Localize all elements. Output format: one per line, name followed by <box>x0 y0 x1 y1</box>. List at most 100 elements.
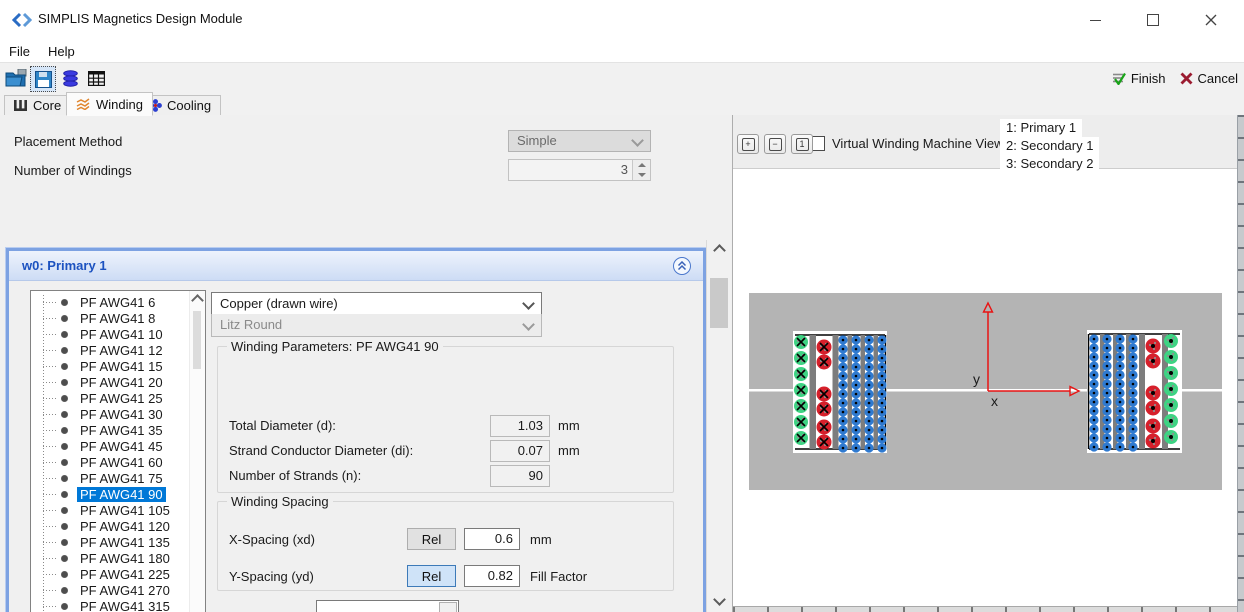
collapse-icon <box>677 261 687 271</box>
zoom-out-button[interactable]: − <box>764 134 786 154</box>
wire-list-scrollbar[interactable] <box>189 291 205 612</box>
wire-list-item[interactable]: PF AWG41 20 <box>31 374 190 390</box>
scroll-up-icon <box>713 244 726 257</box>
wire-list-item[interactable]: PF AWG41 180 <box>31 550 190 566</box>
tree-node-bullet <box>61 539 68 546</box>
rel-toggle-button[interactable]: Rel <box>407 528 456 550</box>
zoom-in-button[interactable]: + <box>737 134 759 154</box>
wire-list-item-label: PF AWG41 315 <box>77 599 173 612</box>
wire-list-item[interactable]: PF AWG41 30 <box>31 406 190 422</box>
tree-connector <box>43 446 57 447</box>
wire-list-item[interactable]: PF AWG41 105 <box>31 502 190 518</box>
tree-node-bullet <box>61 379 68 386</box>
scrollbar-down-button[interactable] <box>707 592 731 610</box>
wire-list-item[interactable]: PF AWG41 120 <box>31 518 190 534</box>
close-icon <box>1205 14 1217 26</box>
rel-toggle-button[interactable]: Rel <box>407 565 456 587</box>
cancel-button[interactable]: Cancel <box>1180 71 1238 86</box>
scroll-up-icon <box>191 294 204 307</box>
wire-list-item[interactable]: PF AWG41 25 <box>31 390 190 406</box>
tree-connector <box>43 558 57 559</box>
wire-list-item[interactable]: PF AWG41 6 <box>31 294 190 310</box>
tab-core[interactable]: Core <box>4 95 71 116</box>
zoom-actual-icon: 1 <box>796 138 809 151</box>
tree-connector <box>43 414 57 415</box>
param-value-field[interactable]: 90 <box>490 465 550 487</box>
y-axis-label: y <box>973 371 980 387</box>
chevron-down-icon <box>631 134 644 147</box>
wire-list-item-label: PF AWG41 105 <box>77 503 173 518</box>
menu-file[interactable]: File <box>0 42 39 61</box>
spacing-value-field[interactable]: 0.6 <box>464 528 520 550</box>
tree-node-bullet <box>61 395 68 402</box>
scrollbar-thumb[interactable] <box>710 278 728 328</box>
menu-bar: File Help <box>0 40 1244 62</box>
spacing-unit: Fill Factor <box>530 569 587 584</box>
wire-list-item[interactable]: PF AWG41 75 <box>31 470 190 486</box>
scrollbar-up-button[interactable] <box>707 240 731 258</box>
cutoff-input-button[interactable] <box>439 602 457 612</box>
panel-scrollbar[interactable] <box>706 240 731 612</box>
zoom-actual-button[interactable]: 1 <box>791 134 813 154</box>
winding-parameters-group: Winding Parameters: PF AWG41 90 Total Di… <box>217 346 674 493</box>
wire-list-item[interactable]: PF AWG41 15 <box>31 358 190 374</box>
spacing-value-field[interactable]: 0.82 <box>464 565 520 587</box>
wire-list-item[interactable]: PF AWG41 10 <box>31 326 190 342</box>
view-toolbar: Virtual Winding Machine View +−1 <box>733 115 1237 169</box>
tree-node-bullet <box>61 299 68 306</box>
param-value-field[interactable]: 1.03 <box>490 415 550 437</box>
wire-list-item[interactable]: PF AWG41 8 <box>31 310 190 326</box>
tree-connector <box>43 462 57 463</box>
tree-connector <box>43 398 57 399</box>
legend-entry: 3: Secondary 2 <box>1000 155 1099 173</box>
save-design-icon <box>35 71 52 88</box>
wire-list-item-label: PF AWG41 25 <box>77 391 166 406</box>
menu-help[interactable]: Help <box>39 42 84 61</box>
wire-list-item[interactable]: PF AWG41 135 <box>31 534 190 550</box>
param-value-field[interactable]: 0.07 <box>490 440 550 462</box>
wire-list-item-label: PF AWG41 45 <box>77 439 166 454</box>
close-button[interactable] <box>1182 0 1240 40</box>
tree-node-bullet <box>61 315 68 322</box>
number-of-windings-spinner: 3 <box>508 159 651 181</box>
maximize-button[interactable] <box>1124 0 1182 40</box>
winding-window <box>1087 330 1182 453</box>
main-toolbar: Finish Cancel <box>0 62 1244 93</box>
wire-list-item[interactable]: PF AWG41 90 <box>31 486 190 502</box>
winding-parameters-title: Winding Parameters: PF AWG41 90 <box>227 339 443 354</box>
placement-method-value: Simple <box>517 133 557 148</box>
finish-button[interactable]: Finish <box>1112 71 1166 86</box>
save-design-button[interactable] <box>30 66 56 92</box>
number-of-windings-value: 3 <box>621 162 628 177</box>
database-button[interactable] <box>58 66 82 90</box>
tree-node-bullet <box>61 459 68 466</box>
scroll-down-icon <box>713 593 726 606</box>
table-button[interactable] <box>84 66 108 90</box>
winding-w0-panel: w0: Primary 1 PF AWG41 6PF AWG41 8PF AWG… <box>6 248 706 612</box>
wire-list-item[interactable]: PF AWG41 35 <box>31 422 190 438</box>
tab-winding[interactable]: Winding <box>66 92 153 116</box>
wire-list-item[interactable]: PF AWG41 225 <box>31 566 190 582</box>
winding-view-panel: Virtual Winding Machine View +−1 1: Prim… <box>733 115 1244 612</box>
open-design-button[interactable] <box>4 66 28 90</box>
tab-bar: Core Winding Cooling <box>0 92 1244 116</box>
tree-connector <box>43 478 57 479</box>
wire-list-item-label: PF AWG41 270 <box>77 583 173 598</box>
wire-list-item[interactable]: PF AWG41 270 <box>31 582 190 598</box>
wire-list-item[interactable]: PF AWG41 60 <box>31 454 190 470</box>
collapse-panel-button[interactable] <box>673 257 691 275</box>
zoom-out-icon: − <box>769 138 782 151</box>
tree-connector <box>43 542 57 543</box>
cutoff-input-box[interactable] <box>316 600 459 612</box>
scrollbar-thumb[interactable] <box>193 311 201 369</box>
param-label: Number of Strands (n): <box>229 468 361 483</box>
title-bar: SIMPLIS Magnetics Design Module <box>0 0 1244 40</box>
minimize-button[interactable] <box>1066 0 1124 40</box>
wire-list-item-label: PF AWG41 225 <box>77 567 173 582</box>
wire-list-item[interactable]: PF AWG41 12 <box>31 342 190 358</box>
tree-node-bullet <box>61 363 68 370</box>
chevron-down-icon <box>522 297 535 310</box>
material-select[interactable]: Copper (drawn wire) <box>211 292 542 315</box>
wire-list-item[interactable]: PF AWG41 315 <box>31 598 190 612</box>
wire-list-item[interactable]: PF AWG41 45 <box>31 438 190 454</box>
